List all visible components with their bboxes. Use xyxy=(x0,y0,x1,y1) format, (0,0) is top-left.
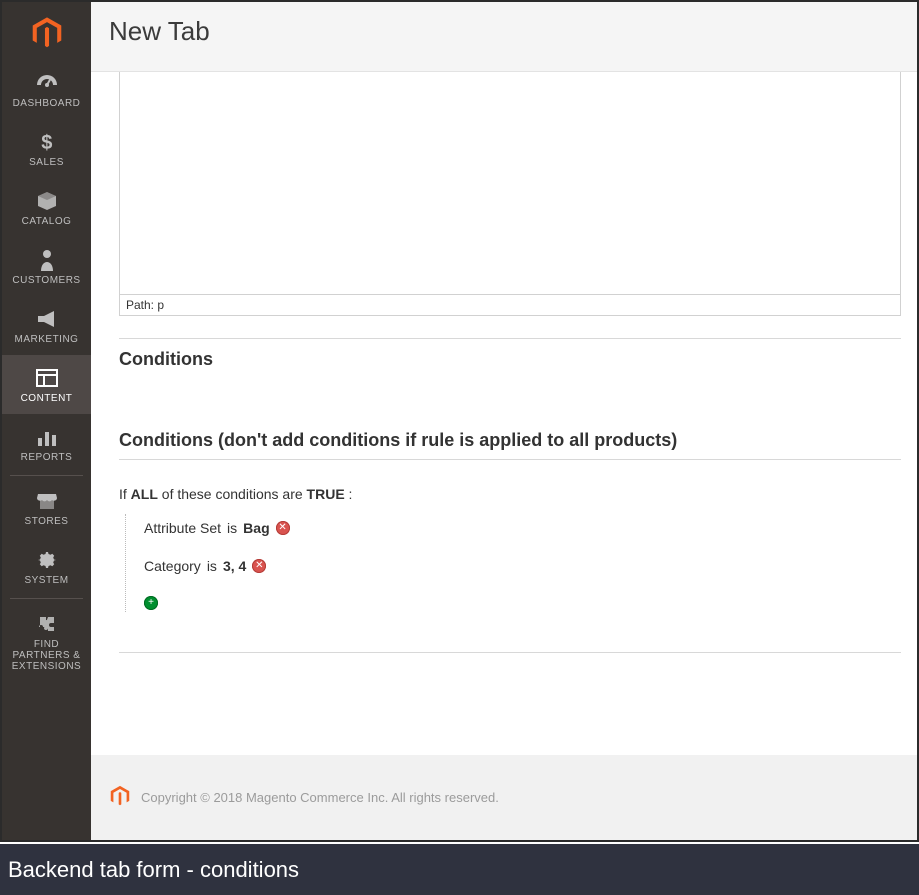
admin-sidebar: DASHBOARD $ SALES CATALOG CUSTOMERS MARK… xyxy=(2,2,91,840)
condition-value[interactable]: Bag xyxy=(243,520,269,536)
nav-label: MARKETING xyxy=(15,334,79,345)
sentence-suffix: : xyxy=(345,486,353,502)
gear-icon xyxy=(37,549,57,571)
condition-row: Category is 3, 4 ✕ xyxy=(144,558,901,574)
nav-label: CATALOG xyxy=(22,216,72,227)
svg-text:$: $ xyxy=(41,132,53,153)
dollar-icon: $ xyxy=(38,131,56,153)
nav-label: CONTENT xyxy=(21,393,73,404)
remove-condition-icon[interactable]: ✕ xyxy=(276,521,290,535)
sidebar-item-sales[interactable]: $ SALES xyxy=(2,119,91,178)
divider xyxy=(119,652,901,653)
sidebar-item-dashboard[interactable]: DASHBOARD xyxy=(2,60,91,119)
magento-logo-small xyxy=(109,785,131,810)
nav-separator xyxy=(10,598,83,599)
nav-label: REPORTS xyxy=(21,452,73,463)
sidebar-item-customers[interactable]: CUSTOMERS xyxy=(2,237,91,296)
megaphone-icon xyxy=(36,308,58,330)
condition-value[interactable]: 3, 4 xyxy=(223,558,246,574)
sidebar-item-find-partners[interactable]: FIND PARTNERS & EXTENSIONS xyxy=(2,601,91,682)
value-selector[interactable]: TRUE xyxy=(307,486,345,502)
page-header: New Tab xyxy=(91,2,917,72)
layout-icon xyxy=(36,367,58,389)
condition-attribute[interactable]: Attribute Set xyxy=(144,520,221,536)
sidebar-item-system[interactable]: SYSTEM xyxy=(2,537,91,596)
sentence-middle: of these conditions are xyxy=(158,486,307,502)
add-condition-row: + xyxy=(144,596,901,610)
sidebar-item-reports[interactable]: REPORTS xyxy=(2,414,91,473)
conditions-aggregator-sentence: If ALL of these conditions are TRUE : xyxy=(119,486,901,502)
caption-text: Backend tab form - conditions xyxy=(8,857,299,883)
footer: Copyright © 2018 Magento Commerce Inc. A… xyxy=(91,755,917,840)
person-icon xyxy=(39,249,55,271)
condition-attribute[interactable]: Category xyxy=(144,558,201,574)
gauge-icon xyxy=(35,72,59,94)
conditions-section-title: Conditions xyxy=(119,349,901,370)
nav-label: FIND PARTNERS & EXTENSIONS xyxy=(4,639,89,672)
divider xyxy=(119,338,901,339)
nav-label: DASHBOARD xyxy=(13,98,81,109)
condition-operator[interactable]: is xyxy=(227,520,237,536)
main-area: New Tab Path: p Conditions Conditions (d… xyxy=(91,2,917,840)
nav-label: STORES xyxy=(25,516,69,527)
remove-condition-icon[interactable]: ✕ xyxy=(252,559,266,573)
condition-operator[interactable]: is xyxy=(207,558,217,574)
conditions-list: Attribute Set is Bag ✕ Category is 3, 4 … xyxy=(125,514,901,612)
page-title: New Tab xyxy=(109,16,899,47)
sidebar-item-catalog[interactable]: CATALOG xyxy=(2,178,91,237)
aggregator-selector[interactable]: ALL xyxy=(131,486,158,502)
magento-logo[interactable] xyxy=(2,2,91,60)
sidebar-item-content[interactable]: CONTENT xyxy=(2,355,91,414)
editor-path[interactable]: Path: p xyxy=(120,294,900,315)
puzzle-icon xyxy=(37,613,57,635)
wysiwyg-editor[interactable]: Path: p xyxy=(119,72,901,316)
copyright-text: Copyright © 2018 Magento Commerce Inc. A… xyxy=(141,790,499,805)
sidebar-item-stores[interactable]: STORES xyxy=(2,478,91,537)
add-condition-icon[interactable]: + xyxy=(144,596,158,610)
editor-content-area[interactable] xyxy=(120,72,900,294)
conditions-subsection-title: Conditions (don't add conditions if rule… xyxy=(119,430,901,460)
caption-bar: Backend tab form - conditions xyxy=(0,844,919,895)
sidebar-item-marketing[interactable]: MARKETING xyxy=(2,296,91,355)
bar-chart-icon xyxy=(36,426,58,448)
condition-row: Attribute Set is Bag ✕ xyxy=(144,520,901,536)
nav-label: SYSTEM xyxy=(24,575,68,586)
nav-label: SALES xyxy=(29,157,64,168)
sentence-prefix: If xyxy=(119,486,131,502)
store-icon xyxy=(36,490,58,512)
nav-separator xyxy=(10,475,83,476)
box-icon xyxy=(36,190,58,212)
nav-label: CUSTOMERS xyxy=(12,275,80,286)
